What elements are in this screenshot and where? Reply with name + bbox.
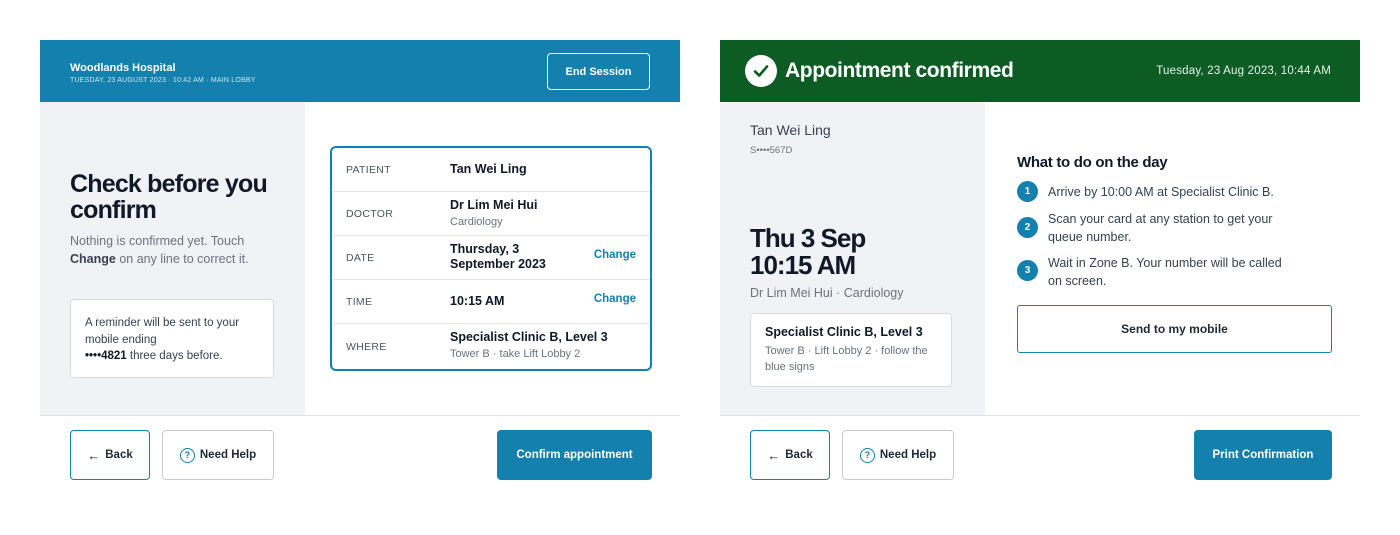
clinic-location-card: Specialist Clinic B, Level 3 Tower B · L…: [750, 313, 952, 387]
back-button[interactable]: ← Back: [750, 430, 830, 480]
detail-label: DOCTOR: [346, 208, 394, 220]
confirm-appointment-button[interactable]: Confirm appointment: [497, 430, 652, 480]
need-help-label: Need Help: [199, 449, 257, 461]
detail-sub: Cardiology: [450, 216, 503, 228]
header-subtitle: TUESDAY, 23 AUGUST 2023 · 10:42 AM · MAI…: [70, 77, 256, 84]
review-screen: Woodlands Hospital TUESDAY, 23 AUGUST 20…: [40, 40, 680, 416]
need-help-button[interactable]: ? Need Help: [162, 430, 274, 480]
print-confirmation-button[interactable]: Print Confirmation: [1194, 430, 1332, 480]
help-icon: ?: [859, 447, 875, 463]
send-to-mobile-button[interactable]: Send to my mobile: [1017, 305, 1332, 353]
appointment-details-card: PATIENT Tan Wei Ling DOCTOR Dr Lim Mei H…: [330, 146, 652, 371]
detail-value: Specialist Clinic B, Level 3: [450, 330, 608, 344]
change-date-link[interactable]: Change: [594, 249, 636, 261]
back-label: Back: [105, 449, 133, 461]
arrow-left-icon: ←: [87, 447, 101, 463]
appointment-date: Thu 3 Sep: [750, 223, 866, 253]
detail-row-where: WHERE Specialist Clinic B, Level 3 Tower…: [332, 324, 650, 368]
intro-text-end: on any line to correct it.: [119, 251, 249, 266]
end-session-button[interactable]: End Session: [547, 53, 650, 90]
detail-label: WHERE: [346, 341, 387, 353]
reminder-text-start: A reminder will be sent to your mobile e…: [85, 317, 240, 346]
detail-value: Thursday, 3 September 2023: [450, 242, 546, 271]
detail-sub: Tower B · take Lift Lobby 2: [450, 348, 581, 360]
detail-label: PATIENT: [346, 164, 391, 176]
header-datetime: Tuesday, 23 Aug 2023, 10:44 AM: [1156, 65, 1331, 77]
arrow-left-icon: ←: [767, 447, 781, 463]
step-text: Scan your card at any station to get you…: [1048, 212, 1273, 244]
page-title: Check before you confirm: [70, 170, 268, 224]
appointment-datetime: Thu 3 Sep 10:15 AM: [750, 225, 980, 279]
detail-value: 10:15 AM: [450, 294, 505, 308]
step-number-badge: 3: [1017, 260, 1038, 281]
change-time-link[interactable]: Change: [594, 293, 636, 305]
checkmark-icon: [745, 55, 777, 87]
detail-row-time: TIME 10:15 AM Change: [332, 280, 650, 324]
detail-label: TIME: [346, 296, 373, 308]
need-help-label: Need Help: [879, 449, 937, 461]
detail-value: Dr Lim Mei Hui: [450, 198, 538, 212]
back-label: Back: [785, 449, 813, 461]
confirmation-title: Appointment confirmed: [785, 59, 1014, 82]
hospital-name: Woodlands Hospital: [70, 62, 176, 74]
footer-divider: [40, 415, 680, 416]
step-text: Arrive by 10:00 AM at Specialist Clinic …: [1048, 185, 1274, 199]
detail-label: DATE: [346, 252, 375, 264]
intro-text-start: Nothing is confirmed yet. Touch: [70, 234, 245, 248]
footer-divider: [720, 415, 1360, 416]
clinic-directions: Tower B · Lift Lobby 2 · follow the blue…: [765, 345, 928, 373]
detail-row-patient: PATIENT Tan Wei Ling: [332, 148, 650, 192]
help-icon: ?: [179, 447, 195, 463]
clinic-name: Specialist Clinic B, Level 3: [765, 325, 923, 339]
intro-text: Nothing is confirmed yet. Touch Change o…: [70, 233, 270, 268]
doctor-line: Dr Lim Mei Hui · Cardiology: [750, 286, 904, 300]
step-text: Wait in Zone B. Your number will be call…: [1048, 256, 1282, 288]
detail-value: Tan Wei Ling: [450, 162, 527, 176]
detail-row-doctor: DOCTOR Dr Lim Mei Hui Cardiology: [332, 192, 650, 236]
need-help-button[interactable]: ? Need Help: [842, 430, 954, 480]
reminder-text-end: three days before.: [129, 350, 223, 362]
appointment-time: 10:15 AM: [750, 250, 856, 280]
intro-change-word: Change: [70, 251, 116, 266]
todo-heading: What to do on the day: [1017, 154, 1168, 171]
step-number-badge: 1: [1017, 181, 1038, 202]
confirmation-screen: Appointment confirmed Tuesday, 23 Aug 20…: [720, 40, 1360, 416]
patient-id: S••••567D: [750, 145, 793, 156]
header-bar: Woodlands Hospital TUESDAY, 23 AUGUST 20…: [40, 40, 680, 102]
reminder-card: A reminder will be sent to your mobile e…: [70, 299, 274, 378]
masked-phone: ••••4821: [85, 350, 127, 362]
header-bar: Appointment confirmed Tuesday, 23 Aug 20…: [720, 40, 1360, 102]
step-number-badge: 2: [1017, 217, 1038, 238]
patient-name: Tan Wei Ling: [750, 122, 831, 138]
back-button[interactable]: ← Back: [70, 430, 150, 480]
detail-row-date: DATE Thursday, 3 September 2023 Change: [332, 236, 650, 280]
